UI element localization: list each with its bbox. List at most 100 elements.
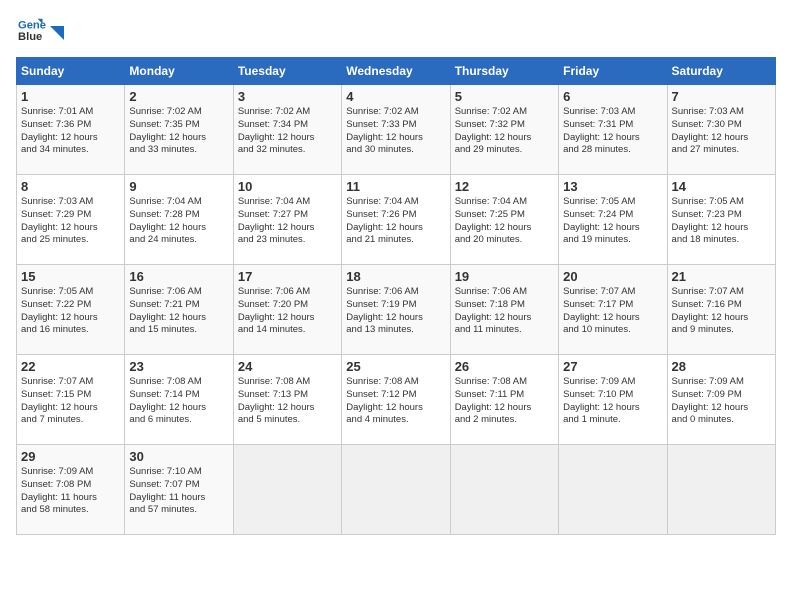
calendar-cell: 22 Sunrise: 7:07 AM Sunset: 7:15 PM Dayli… — [17, 355, 125, 445]
day-number: 6 — [563, 89, 662, 104]
header-monday: Monday — [125, 58, 233, 85]
calendar-cell: 5 Sunrise: 7:02 AM Sunset: 7:32 PM Daylig… — [450, 85, 558, 175]
calendar-cell — [233, 445, 341, 535]
day-number: 27 — [563, 359, 662, 374]
week-row-3: 15 Sunrise: 7:05 AM Sunset: 7:22 PM Dayli… — [17, 265, 776, 355]
day-number: 8 — [21, 179, 120, 194]
week-row-4: 22 Sunrise: 7:07 AM Sunset: 7:15 PM Dayli… — [17, 355, 776, 445]
day-info: Sunrise: 7:08 AM Sunset: 7:12 PM Dayligh… — [346, 376, 445, 427]
header-row: SundayMondayTuesdayWednesdayThursdayFrid… — [17, 58, 776, 85]
day-info: Sunrise: 7:06 AM Sunset: 7:18 PM Dayligh… — [455, 286, 554, 337]
day-info: Sunrise: 7:03 AM Sunset: 7:30 PM Dayligh… — [672, 106, 771, 157]
day-number: 23 — [129, 359, 228, 374]
day-info: Sunrise: 7:06 AM Sunset: 7:21 PM Dayligh… — [129, 286, 228, 337]
day-info: Sunrise: 7:05 AM Sunset: 7:22 PM Dayligh… — [21, 286, 120, 337]
day-info: Sunrise: 7:10 AM Sunset: 7:07 PM Dayligh… — [129, 466, 228, 517]
day-number: 25 — [346, 359, 445, 374]
day-number: 29 — [21, 449, 120, 464]
day-number: 3 — [238, 89, 337, 104]
calendar-cell: 24 Sunrise: 7:08 AM Sunset: 7:13 PM Dayli… — [233, 355, 341, 445]
day-info: Sunrise: 7:08 AM Sunset: 7:14 PM Dayligh… — [129, 376, 228, 427]
logo: General Blue — [16, 16, 64, 49]
day-number: 7 — [672, 89, 771, 104]
day-info: Sunrise: 7:09 AM Sunset: 7:08 PM Dayligh… — [21, 466, 120, 517]
day-number: 13 — [563, 179, 662, 194]
day-info: Sunrise: 7:03 AM Sunset: 7:29 PM Dayligh… — [21, 196, 120, 247]
day-number: 11 — [346, 179, 445, 194]
logo-icon: General Blue — [18, 16, 46, 44]
day-number: 5 — [455, 89, 554, 104]
day-number: 22 — [21, 359, 120, 374]
day-info: Sunrise: 7:07 AM Sunset: 7:15 PM Dayligh… — [21, 376, 120, 427]
day-number: 20 — [563, 269, 662, 284]
day-number: 17 — [238, 269, 337, 284]
header-tuesday: Tuesday — [233, 58, 341, 85]
calendar-cell: 28 Sunrise: 7:09 AM Sunset: 7:09 PM Dayli… — [667, 355, 775, 445]
day-info: Sunrise: 7:04 AM Sunset: 7:27 PM Dayligh… — [238, 196, 337, 247]
calendar-cell: 21 Sunrise: 7:07 AM Sunset: 7:16 PM Dayli… — [667, 265, 775, 355]
day-info: Sunrise: 7:01 AM Sunset: 7:36 PM Dayligh… — [21, 106, 120, 157]
day-number: 24 — [238, 359, 337, 374]
calendar-cell: 3 Sunrise: 7:02 AM Sunset: 7:34 PM Daylig… — [233, 85, 341, 175]
calendar-cell: 18 Sunrise: 7:06 AM Sunset: 7:19 PM Dayli… — [342, 265, 450, 355]
calendar-cell: 23 Sunrise: 7:08 AM Sunset: 7:14 PM Dayli… — [125, 355, 233, 445]
calendar-cell: 8 Sunrise: 7:03 AM Sunset: 7:29 PM Daylig… — [17, 175, 125, 265]
day-info: Sunrise: 7:03 AM Sunset: 7:31 PM Dayligh… — [563, 106, 662, 157]
week-row-5: 29 Sunrise: 7:09 AM Sunset: 7:08 PM Dayli… — [17, 445, 776, 535]
day-number: 16 — [129, 269, 228, 284]
calendar-cell: 13 Sunrise: 7:05 AM Sunset: 7:24 PM Dayli… — [559, 175, 667, 265]
day-info: Sunrise: 7:07 AM Sunset: 7:17 PM Dayligh… — [563, 286, 662, 337]
calendar-cell — [342, 445, 450, 535]
calendar-cell: 4Sunrise: 7:02 AM Sunset: 7:33 PM Daylig… — [342, 85, 450, 175]
day-number: 10 — [238, 179, 337, 194]
day-number: 19 — [455, 269, 554, 284]
day-info: Sunrise: 7:02 AM Sunset: 7:32 PM Dayligh… — [455, 106, 554, 157]
calendar-cell: 11 Sunrise: 7:04 AM Sunset: 7:26 PM Dayli… — [342, 175, 450, 265]
day-info: Sunrise: 7:04 AM Sunset: 7:28 PM Dayligh… — [129, 196, 228, 247]
day-info: Sunrise: 7:08 AM Sunset: 7:13 PM Dayligh… — [238, 376, 337, 427]
day-info: Sunrise: 7:06 AM Sunset: 7:20 PM Dayligh… — [238, 286, 337, 337]
calendar-cell: 14Sunrise: 7:05 AM Sunset: 7:23 PM Dayli… — [667, 175, 775, 265]
day-info: Sunrise: 7:07 AM Sunset: 7:16 PM Dayligh… — [672, 286, 771, 337]
calendar-cell: 16 Sunrise: 7:06 AM Sunset: 7:21 PM Dayli… — [125, 265, 233, 355]
day-info: Sunrise: 7:05 AM Sunset: 7:24 PM Dayligh… — [563, 196, 662, 247]
calendar-cell: 20 Sunrise: 7:07 AM Sunset: 7:17 PM Dayli… — [559, 265, 667, 355]
day-number: 28 — [672, 359, 771, 374]
calendar-cell: 2 Sunrise: 7:02 AM Sunset: 7:35 PM Daylig… — [125, 85, 233, 175]
header-saturday: Saturday — [667, 58, 775, 85]
day-info: Sunrise: 7:04 AM Sunset: 7:25 PM Dayligh… — [455, 196, 554, 247]
day-number: 2 — [129, 89, 228, 104]
page-header: General Blue — [16, 16, 776, 49]
day-info: Sunrise: 7:02 AM Sunset: 7:35 PM Dayligh… — [129, 106, 228, 157]
calendar-table: SundayMondayTuesdayWednesdayThursdayFrid… — [16, 57, 776, 535]
calendar-cell — [667, 445, 775, 535]
day-info: Sunrise: 7:09 AM Sunset: 7:09 PM Dayligh… — [672, 376, 771, 427]
header-friday: Friday — [559, 58, 667, 85]
day-number: 26 — [455, 359, 554, 374]
calendar-cell: 1Sunrise: 7:01 AM Sunset: 7:36 PM Daylig… — [17, 85, 125, 175]
calendar-cell: 27 Sunrise: 7:09 AM Sunset: 7:10 PM Dayli… — [559, 355, 667, 445]
calendar-cell: 26 Sunrise: 7:08 AM Sunset: 7:11 PM Dayli… — [450, 355, 558, 445]
svg-text:Blue: Blue — [18, 31, 42, 43]
day-info: Sunrise: 7:09 AM Sunset: 7:10 PM Dayligh… — [563, 376, 662, 427]
day-number: 15 — [21, 269, 120, 284]
header-wednesday: Wednesday — [342, 58, 450, 85]
calendar-cell: 25 Sunrise: 7:08 AM Sunset: 7:12 PM Dayli… — [342, 355, 450, 445]
calendar-cell: 7 Sunrise: 7:03 AM Sunset: 7:30 PM Daylig… — [667, 85, 775, 175]
day-info: Sunrise: 7:06 AM Sunset: 7:19 PM Dayligh… — [346, 286, 445, 337]
calendar-cell: 12Sunrise: 7:04 AM Sunset: 7:25 PM Dayli… — [450, 175, 558, 265]
calendar-cell: 15 Sunrise: 7:05 AM Sunset: 7:22 PM Dayli… — [17, 265, 125, 355]
day-number: 18 — [346, 269, 445, 284]
calendar-cell: 10 Sunrise: 7:04 AM Sunset: 7:27 PM Dayli… — [233, 175, 341, 265]
day-info: Sunrise: 7:02 AM Sunset: 7:33 PM Dayligh… — [346, 106, 445, 157]
calendar-cell: 29 Sunrise: 7:09 AM Sunset: 7:08 PM Dayli… — [17, 445, 125, 535]
calendar-cell: 17 Sunrise: 7:06 AM Sunset: 7:20 PM Dayli… — [233, 265, 341, 355]
calendar-cell: 6 Sunrise: 7:03 AM Sunset: 7:31 PM Daylig… — [559, 85, 667, 175]
day-info: Sunrise: 7:04 AM Sunset: 7:26 PM Dayligh… — [346, 196, 445, 247]
day-info: Sunrise: 7:02 AM Sunset: 7:34 PM Dayligh… — [238, 106, 337, 157]
day-number: 21 — [672, 269, 771, 284]
header-thursday: Thursday — [450, 58, 558, 85]
day-number: 14 — [672, 179, 771, 194]
day-info: Sunrise: 7:08 AM Sunset: 7:11 PM Dayligh… — [455, 376, 554, 427]
day-number: 30 — [129, 449, 228, 464]
